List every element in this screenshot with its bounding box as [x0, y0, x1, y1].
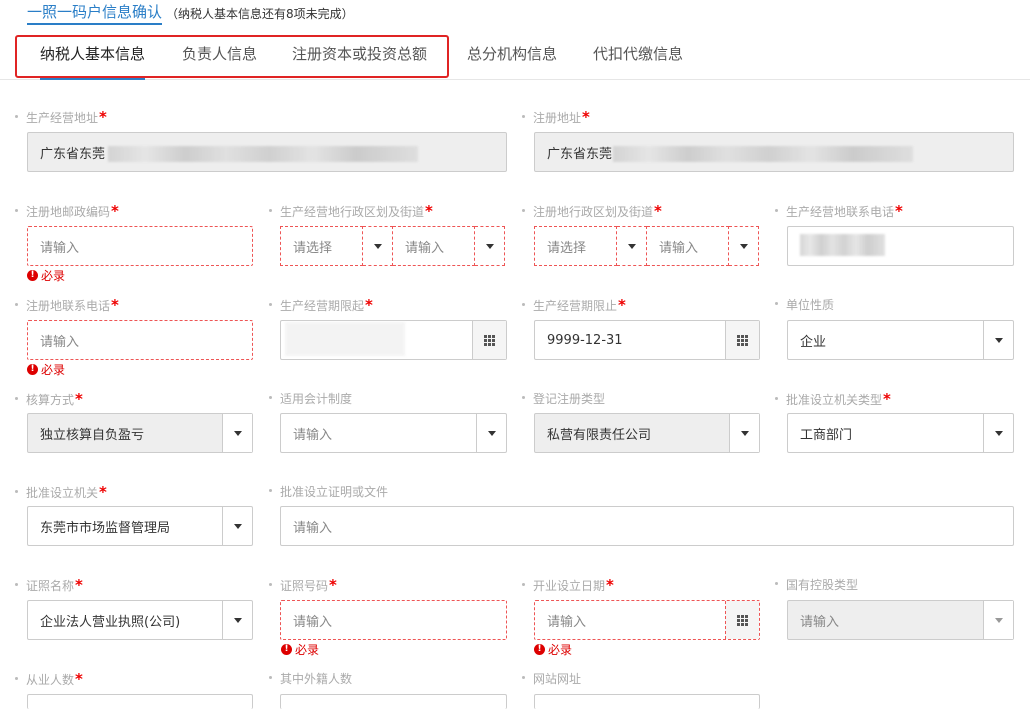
reg-postcode-input[interactable]: 请输入 — [27, 226, 253, 266]
reg-phone-error: ! 必录 — [27, 361, 65, 378]
tab-withholding-info[interactable]: 代扣代缴信息 — [593, 32, 683, 77]
reg-type-select[interactable]: 私营有限责任公司 — [534, 413, 760, 453]
chevron-down-icon[interactable] — [983, 321, 1013, 359]
reg-postcode-error: ! 必录 — [27, 267, 65, 284]
calendar-icon[interactable] — [472, 321, 506, 359]
open-date-input[interactable]: 请输入 — [534, 600, 760, 640]
reg-phone-input[interactable]: 请输入 — [27, 320, 253, 360]
chevron-down-icon[interactable] — [983, 601, 1013, 639]
cert-no-error: ! 必录 — [281, 641, 319, 658]
redaction-blur — [285, 322, 405, 356]
chevron-down-icon[interactable] — [222, 601, 252, 639]
chevron-down-icon[interactable] — [983, 414, 1013, 452]
chevron-down-icon[interactable] — [617, 226, 647, 266]
open-date-error: ! 必录 — [534, 641, 572, 658]
redaction-blur — [613, 146, 913, 162]
approval-doc-input[interactable]: 请输入 — [280, 506, 1014, 546]
state-holding-select[interactable]: 请输入 — [787, 600, 1014, 640]
tab-bar: 纳税人基本信息 负责人信息 注册资本或投资总额 总分机构信息 代扣代缴信息 — [0, 32, 1030, 80]
tab-branch-info[interactable]: 总分机构信息 — [467, 32, 557, 77]
chevron-down-icon[interactable] — [729, 414, 759, 452]
error-icon: ! — [534, 644, 545, 655]
error-icon: ! — [27, 364, 38, 375]
reg-district-selects: 请选择 请输入 — [534, 226, 759, 266]
approval-org-select[interactable]: 东莞市市场监督管理局 — [27, 506, 253, 546]
tab-taxpayer-basic[interactable]: 纳税人基本信息 — [40, 32, 146, 80]
accounting-system-select[interactable]: 请输入 — [280, 413, 507, 453]
reg-district-select[interactable]: 请选择 — [534, 226, 617, 266]
chevron-down-icon[interactable] — [222, 507, 252, 545]
chevron-down-icon[interactable] — [729, 226, 759, 266]
cert-name-select[interactable]: 企业法人营业执照(公司) — [27, 600, 253, 640]
tab-responsible-person[interactable]: 负责人信息 — [182, 32, 257, 77]
website-input[interactable] — [534, 694, 760, 709]
error-icon: ! — [27, 270, 38, 281]
tab-registered-capital[interactable]: 注册资本或投资总额 — [292, 32, 427, 77]
prod-end-date-input[interactable]: 9999-12-31 — [534, 320, 760, 360]
prod-district-select[interactable]: 请选择 — [280, 226, 363, 266]
foreign-employees-input[interactable] — [280, 694, 507, 709]
reg-street-input[interactable]: 请输入 — [647, 226, 729, 266]
chevron-down-icon[interactable] — [475, 226, 505, 266]
page-subtitle: （纳税人基本信息还有8项未完成） — [166, 6, 354, 21]
unit-nature-select[interactable]: 企业 — [787, 320, 1014, 360]
error-icon: ! — [281, 644, 292, 655]
chevron-down-icon[interactable] — [363, 226, 393, 266]
redaction-blur — [108, 146, 418, 162]
employees-input[interactable] — [27, 694, 253, 709]
chevron-down-icon[interactable] — [222, 414, 252, 452]
calendar-icon[interactable] — [725, 321, 759, 359]
prod-street-input[interactable]: 请输入 — [393, 226, 475, 266]
approval-org-type-select[interactable]: 工商部门 — [787, 413, 1014, 453]
page-title: 一照一码户信息确认 — [27, 1, 163, 25]
chevron-down-icon[interactable] — [476, 414, 506, 452]
redaction-blur — [800, 234, 885, 256]
prod-district-selects: 请选择 请输入 — [280, 226, 505, 266]
accounting-method-select[interactable]: 独立核算自负盈亏 — [27, 413, 253, 453]
calendar-icon[interactable] — [725, 601, 759, 639]
page-header: 一照一码户信息确认 （纳税人基本信息还有8项未完成） — [27, 0, 354, 26]
cert-no-input[interactable]: 请输入 — [280, 600, 507, 640]
